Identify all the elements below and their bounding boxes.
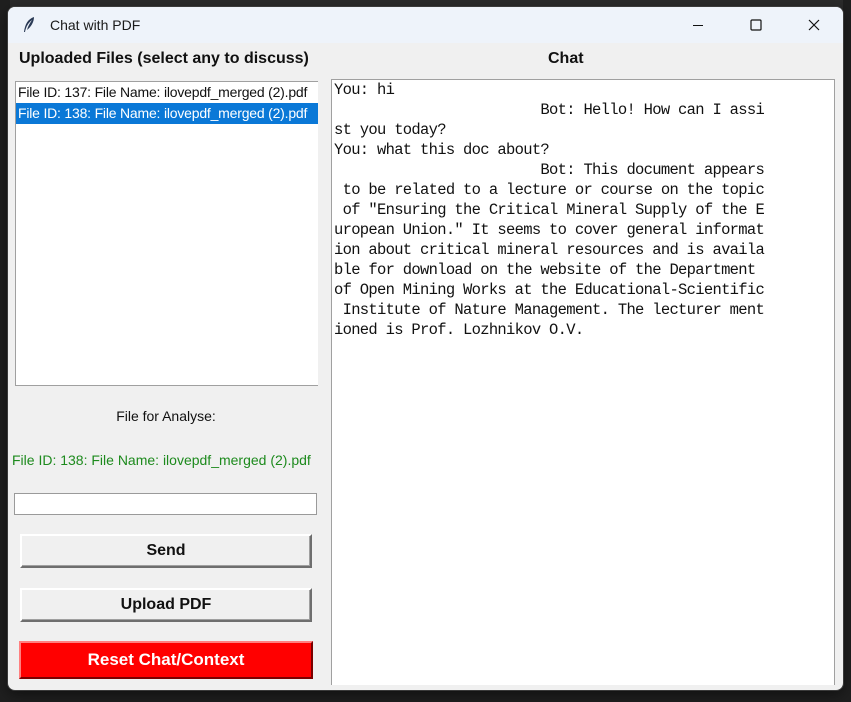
- chat-line: st you today?: [334, 121, 447, 139]
- send-button[interactable]: Send: [20, 534, 312, 568]
- close-icon: [808, 16, 820, 35]
- maximize-button[interactable]: [727, 7, 785, 43]
- uploaded-files-list[interactable]: File ID: 137: File Name: ilovepdf_merged…: [15, 81, 318, 386]
- chat-line: of "Ensuring the Critical Mineral Supply…: [334, 201, 765, 219]
- chat-line: of Open Mining Works at the Educational-…: [334, 281, 765, 299]
- minimize-button[interactable]: [669, 7, 727, 43]
- chat-text-area[interactable]: You: hi Bot: Hello! How can I assi st you…: [331, 79, 835, 685]
- selected-file-text: File ID: 138: File Name: ilovepdf_merged…: [12, 452, 311, 468]
- chat-line: ble for download on the website of the D…: [334, 261, 765, 279]
- chat-line: ioned is Prof. Lozhnikov O.V.: [334, 321, 584, 339]
- title-bar[interactable]: Chat with PDF: [8, 7, 843, 43]
- window-title: Chat with PDF: [50, 17, 141, 33]
- maximize-icon: [750, 16, 762, 35]
- files-heading: Uploaded Files (select any to discuss): [19, 50, 309, 67]
- chat-line: Bot: Hello! How can I assi: [334, 101, 765, 119]
- file-list-item[interactable]: File ID: 138: File Name: ilovepdf_merged…: [16, 103, 318, 124]
- chat-line: Bot: This document appears: [334, 161, 765, 179]
- desktop-background: [0, 688, 851, 702]
- file-for-analyse-label: File for Analyse:: [116, 408, 216, 424]
- chat-line: ion about critical mineral resources and…: [334, 241, 765, 259]
- upload-pdf-button[interactable]: Upload PDF: [20, 588, 312, 622]
- chat-heading: Chat: [548, 50, 584, 67]
- feather-icon: [22, 16, 38, 34]
- desktop-background: [843, 0, 851, 702]
- reset-chat-button[interactable]: Reset Chat/Context: [19, 641, 313, 679]
- file-list-item[interactable]: File ID: 137: File Name: ilovepdf_merged…: [16, 82, 318, 103]
- minimize-icon: [692, 16, 704, 35]
- chat-line: to be related to a lecture or course on …: [334, 181, 765, 199]
- window-controls: [669, 7, 843, 43]
- close-button[interactable]: [785, 7, 843, 43]
- chat-line: uropean Union." It seems to cover genera…: [334, 221, 765, 239]
- chat-line: You: hi: [334, 81, 395, 99]
- app-window: Chat with PDF Uploaded Files (select any…: [8, 7, 843, 690]
- chat-line: You: what this doc about?: [334, 141, 550, 159]
- chat-line: Institute of Nature Management. The lect…: [334, 301, 765, 319]
- message-input[interactable]: [14, 493, 317, 515]
